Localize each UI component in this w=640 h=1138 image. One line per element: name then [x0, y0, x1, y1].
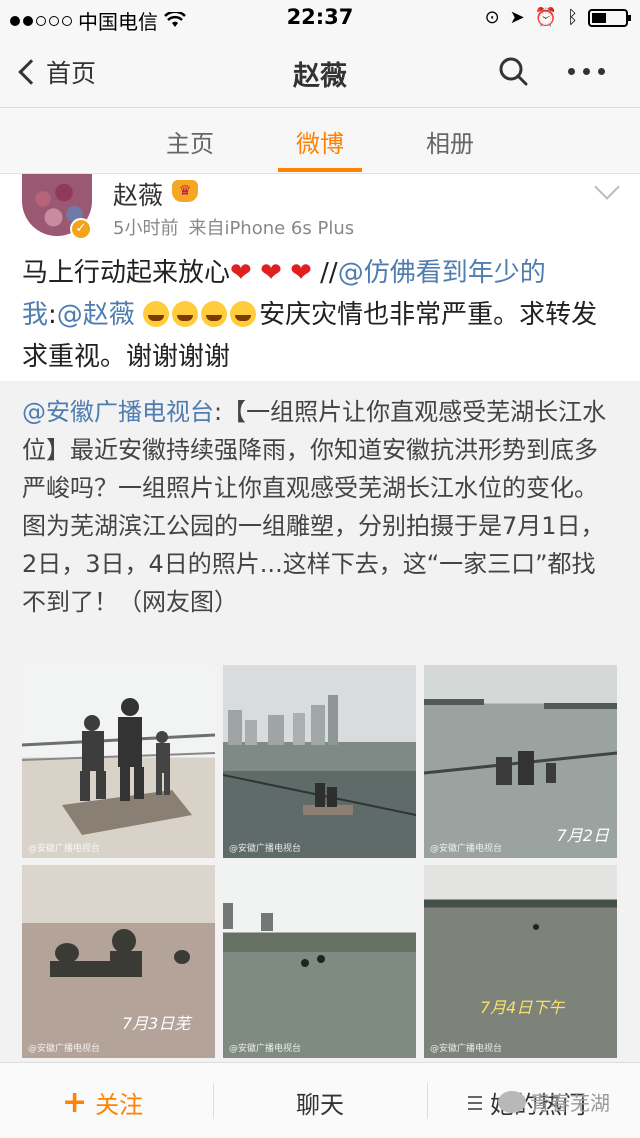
wechat-icon	[498, 1090, 526, 1113]
photo-caption: 7月4日下午	[480, 998, 565, 1017]
search-icon[interactable]	[498, 56, 528, 86]
back-button-label: 首页	[46, 59, 97, 88]
photo-watermark: @安徽广播电视台	[229, 1044, 302, 1054]
photo-watermark: @安徽广播电视台	[28, 1044, 101, 1054]
crying-emoji-icon	[172, 301, 199, 327]
rotation-lock-icon: ⊙	[484, 7, 500, 28]
follow-button-label: 关注	[95, 1091, 144, 1119]
photo-watermark: @安徽广播电视台	[229, 844, 302, 854]
wechat-watermark: 青春芜湖	[498, 1087, 610, 1116]
back-button[interactable]: 首页	[16, 54, 96, 90]
heart-emojis: ❤ ❤ ❤	[230, 258, 312, 288]
photo-thumbnail[interactable]: 7月2日 @安徽广播电视台	[424, 665, 617, 858]
flooded-park-image	[223, 695, 416, 816]
menu-icon	[468, 1095, 482, 1110]
river-image	[223, 903, 325, 967]
alarm-icon: ⏰	[534, 7, 558, 28]
bluetooth-icon: ᛒ	[567, 7, 578, 28]
author-name[interactable]: 赵薇	[113, 176, 163, 212]
separator: //	[311, 258, 338, 288]
crying-emoji-icon	[143, 301, 170, 327]
follow-button[interactable]: + 关注	[62, 1085, 143, 1120]
bottom-action-bar: + 关注 聊天 她的热门 青春芜湖	[0, 1062, 640, 1138]
wechat-watermark-label: 青春芜湖	[530, 1091, 610, 1115]
crying-emoji-icon	[230, 301, 257, 327]
statue-image	[22, 698, 215, 835]
post-meta: 5小时前 来自iPhone 6s Plus	[113, 214, 354, 240]
verified-badge-icon: ✓	[70, 218, 92, 240]
post-time: 5小时前	[113, 218, 179, 239]
active-tab-indicator	[278, 168, 362, 172]
chevron-left-icon	[18, 59, 44, 85]
retweet-text: @安徽广播电视台:【一组照片让你直观感受芜湖长江水位】最近安徽持续强降雨，你知道…	[22, 393, 618, 621]
tab-home[interactable]: 主页	[135, 124, 245, 159]
photo-thumbnail[interactable]: @安徽广播电视台	[223, 665, 416, 858]
profile-tabs: 主页 微博 相册	[0, 108, 640, 174]
post-source: 来自iPhone 6s Plus	[188, 218, 355, 239]
crown-icon: ♛	[172, 180, 198, 202]
mention-link[interactable]: @安徽广播电视台	[22, 398, 214, 426]
chat-button[interactable]: 聊天	[213, 1085, 427, 1120]
photo-watermark: @安徽广播电视台	[430, 1044, 503, 1054]
photo-thumbnail[interactable]: @安徽广播电视台	[223, 865, 416, 1058]
tab-weibo[interactable]: 微博	[265, 124, 375, 159]
status-bar: 中国电信 22:37 ⊙ ➤ ⏰ ᛒ	[0, 0, 640, 36]
photo-thumbnail[interactable]: @安徽广播电视台	[22, 665, 215, 858]
retweeted-post[interactable]: @安徽广播电视台:【一组照片让你直观感受芜湖长江水位】最近安徽持续强降雨，你知道…	[0, 381, 640, 1062]
navigation-bar: 首页 赵薇	[0, 36, 640, 108]
photo-thumbnail[interactable]: 7月3日芜 @安徽广播电视台	[22, 865, 215, 1058]
divider	[427, 1083, 428, 1119]
photo-watermark: @安徽广播电视台	[430, 844, 503, 854]
plus-icon: +	[62, 1084, 88, 1120]
photo-thumbnail[interactable]: 7月4日下午 @安徽广播电视台	[424, 865, 617, 1058]
mention-link[interactable]: @赵薇	[57, 300, 135, 330]
photo-caption: 7月3日芜	[122, 1014, 191, 1033]
more-icon[interactable]	[568, 68, 605, 75]
river-image	[533, 924, 539, 930]
crying-emoji-icon	[201, 301, 228, 327]
photo-watermark: @安徽广播电视台	[28, 844, 101, 854]
retweet-body: :【一组照片让你直观感受芜湖长江水位】最近安徽持续强降雨，你知道安徽抗洪形势到底…	[22, 398, 607, 616]
battery-icon	[588, 8, 631, 27]
location-icon: ➤	[509, 7, 525, 28]
chevron-down-icon[interactable]	[594, 174, 620, 200]
colon: :	[48, 300, 57, 330]
post-text: 马上行动起来放心❤ ❤ ❤ //@仿佛看到年少的我:@赵薇 安庆灾情也非常严重。…	[22, 252, 602, 378]
post-text-part: 马上行动起来放心	[22, 258, 231, 288]
photo-caption: 7月2日	[556, 826, 609, 845]
tab-album[interactable]: 相册	[395, 124, 505, 159]
